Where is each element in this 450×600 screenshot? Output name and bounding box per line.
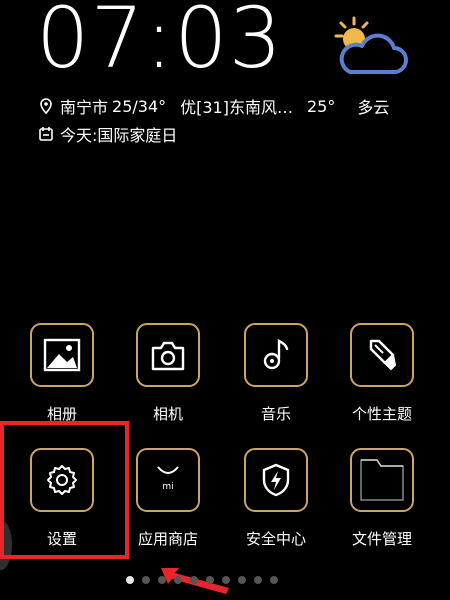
partly-cloudy-icon[interactable] [328, 14, 408, 80]
app-label: 音乐 [260, 405, 291, 423]
music-icon[interactable] [244, 323, 308, 387]
app-label: 安全中心 [245, 530, 306, 548]
weather-temp-now: 25° [307, 96, 336, 116]
page-dot[interactable] [158, 576, 166, 584]
gallery-icon[interactable] [30, 323, 94, 387]
weather-condition: 多云 [357, 98, 390, 117]
app-label: 个性主题 [351, 405, 412, 423]
shield-bolt-icon[interactable] [244, 448, 308, 512]
calendar-event[interactable]: 今天:国际家庭日 [38, 122, 177, 146]
theme-brush-icon[interactable] [350, 323, 414, 387]
location-pin-icon [38, 98, 54, 114]
page-dot[interactable] [190, 576, 198, 584]
event-text: 今天:国际家庭日 [60, 126, 178, 145]
page-dot[interactable] [126, 576, 134, 584]
weather-wind: 东南风… [228, 98, 293, 117]
clock-time[interactable]: 07:03 [36, 0, 283, 80]
camera-icon[interactable] [136, 323, 200, 387]
weather-aqi: 优[31] [180, 98, 229, 117]
page-dot[interactable] [142, 576, 150, 584]
settings-highlight-box [0, 421, 129, 559]
calendar-icon [38, 126, 54, 142]
weather-city: 南宁市 [60, 98, 109, 117]
page-indicator[interactable] [126, 576, 278, 584]
folder-icon[interactable] [350, 448, 414, 512]
app-label: 文件管理 [351, 530, 412, 548]
weather-info[interactable]: 南宁市 25/34° 优[31] 东南风… 25° 多云 [38, 94, 389, 118]
page-dot[interactable] [254, 576, 262, 584]
app-store-bag-icon[interactable]: mi [136, 448, 200, 512]
page-dot[interactable] [222, 576, 230, 584]
page-dot[interactable] [238, 576, 246, 584]
page-dot[interactable] [206, 576, 214, 584]
svg-text:mi: mi [162, 482, 173, 492]
page-dot[interactable] [270, 576, 278, 584]
page-dot[interactable] [174, 576, 182, 584]
weather-temp-range: 25/34° [112, 96, 167, 116]
